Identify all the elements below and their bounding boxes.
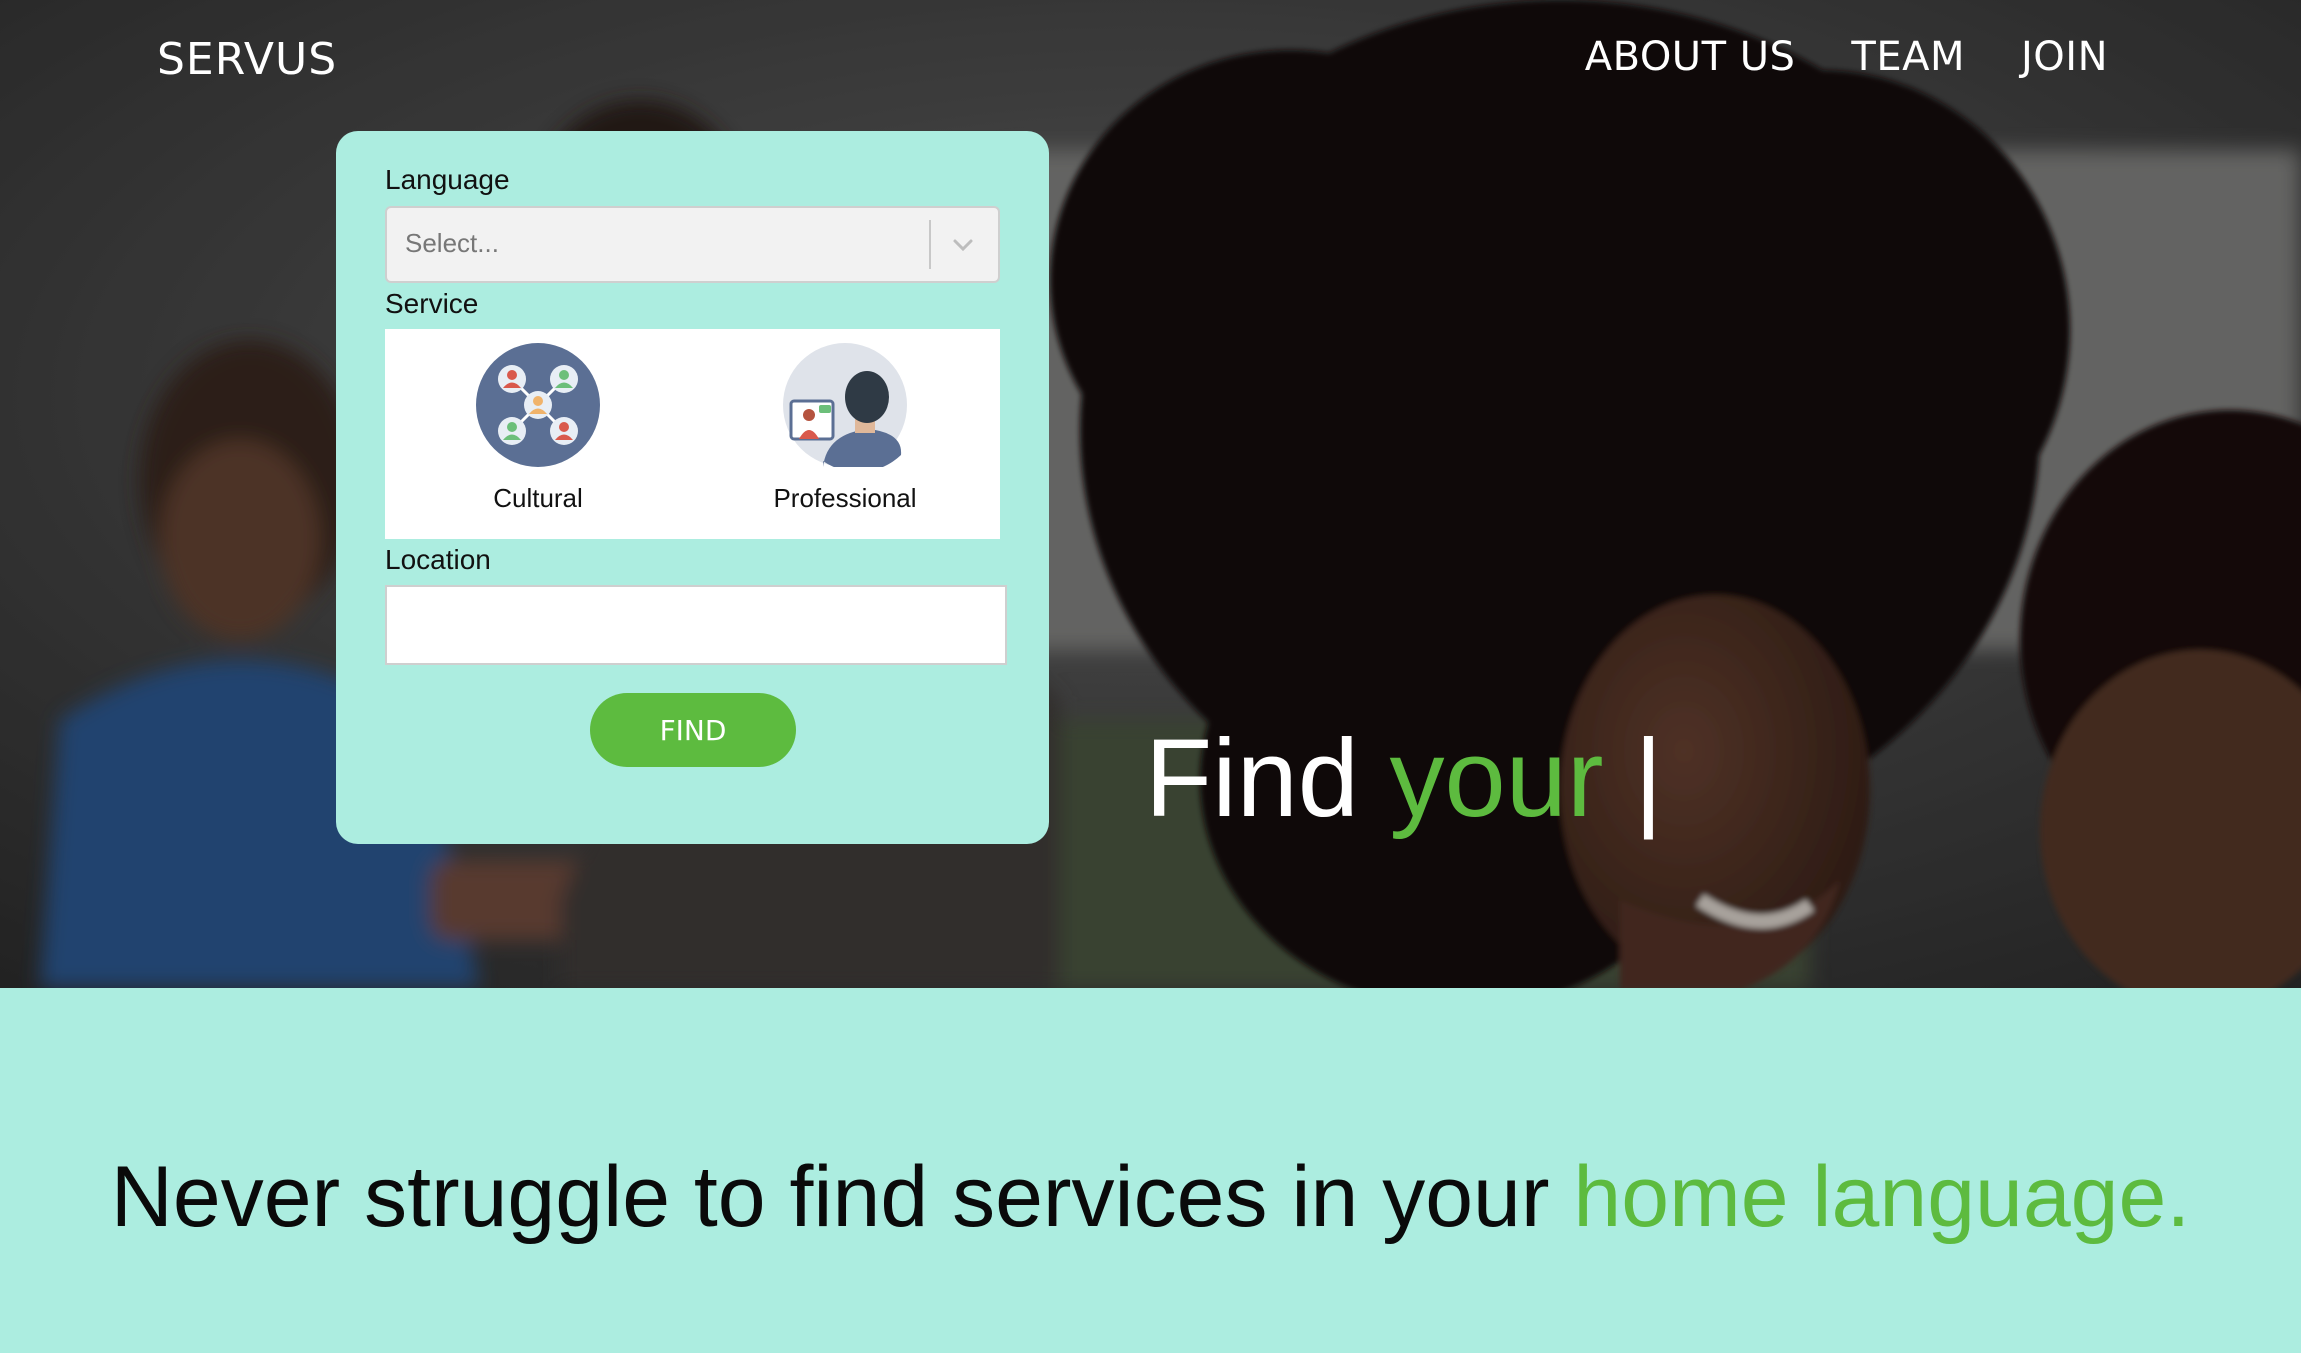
top-nav: ABOUT US TEAM JOIN bbox=[1585, 34, 2108, 80]
location-input[interactable] bbox=[385, 585, 1007, 665]
hero-heading-accent: your bbox=[1389, 717, 1604, 840]
hero-heading-prefix: Find bbox=[1145, 717, 1390, 840]
hero-section: SERVUS ABOUT US TEAM JOIN Language Selec… bbox=[0, 0, 2301, 988]
tagline-accent: home language. bbox=[1573, 1149, 2191, 1245]
service-picker: Cultural Professional bbox=[385, 329, 1000, 539]
nav-about-us[interactable]: ABOUT US bbox=[1585, 34, 1796, 80]
typing-cursor: | bbox=[1603, 717, 1663, 840]
nav-join[interactable]: JOIN bbox=[2021, 34, 2108, 80]
video-call-icon bbox=[783, 343, 907, 467]
tagline-text: Never struggle to find services in your bbox=[110, 1149, 1574, 1245]
language-select-placeholder: Select... bbox=[405, 228, 499, 258]
language-select[interactable]: Select... bbox=[385, 206, 1000, 283]
language-label: Language bbox=[385, 164, 510, 195]
select-separator bbox=[929, 220, 931, 269]
service-option-professional[interactable]: Professional bbox=[725, 343, 965, 533]
location-label: Location bbox=[385, 544, 491, 575]
nav-team[interactable]: TEAM bbox=[1851, 34, 1965, 80]
search-card: Language Select... Service Cultural Prof… bbox=[336, 131, 1049, 844]
tagline: Never struggle to find services in your … bbox=[0, 1148, 2301, 1247]
chevron-down-icon[interactable] bbox=[945, 230, 981, 260]
service-label: Service bbox=[385, 288, 479, 319]
hero-heading: Find your | bbox=[1145, 715, 1663, 842]
brand-logo[interactable]: SERVUS bbox=[157, 34, 337, 85]
service-option-cultural[interactable]: Cultural bbox=[418, 343, 658, 533]
service-name-professional: Professional bbox=[773, 483, 917, 513]
find-button[interactable]: FIND bbox=[590, 693, 796, 767]
service-name-cultural: Cultural bbox=[493, 483, 583, 513]
tagline-section: Never struggle to find services in your … bbox=[0, 988, 2301, 1353]
network-people-icon bbox=[476, 343, 600, 467]
